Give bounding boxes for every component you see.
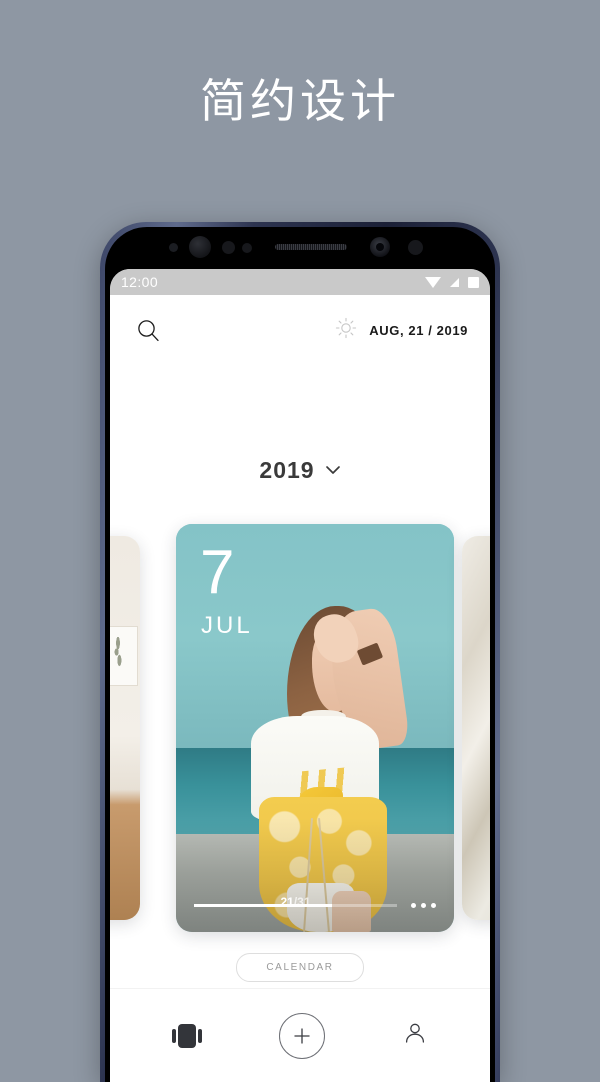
year-selector[interactable]: 2019	[110, 457, 490, 484]
card-center	[178, 1023, 197, 1048]
front-camera-icon	[370, 237, 390, 257]
dot	[421, 902, 426, 908]
picture-frame-decoration	[110, 626, 138, 686]
card-sliver-left	[172, 1028, 177, 1043]
iris-scanner-icon	[189, 236, 211, 258]
more-dots-icon[interactable]	[411, 902, 436, 908]
phone-sensor-row	[105, 227, 495, 269]
year-label: 2019	[259, 457, 315, 483]
wifi-icon	[425, 276, 441, 288]
bottom-navigation	[110, 988, 490, 1082]
current-date-label: AUG, 21 / 2019	[369, 322, 468, 338]
phone-bezel: 12:00 AUG, 21 / 2019 2019 7 JUL 21/31 CA…	[105, 227, 495, 1082]
sensor-dot-icon	[408, 240, 423, 255]
calendar-button[interactable]: CALENDAR	[236, 953, 364, 982]
search-icon[interactable]	[136, 318, 161, 343]
plus-icon	[294, 1027, 310, 1044]
chevron-down-icon[interactable]	[325, 462, 341, 480]
cards-icon[interactable]	[172, 1023, 203, 1048]
page-title: 简约设计	[200, 74, 400, 128]
proximity-sensor-icon	[222, 241, 235, 254]
add-button[interactable]	[278, 1012, 325, 1059]
progress-current: 21	[280, 894, 294, 909]
carousel-card-next[interactable]	[462, 536, 490, 920]
carousel-card-previous[interactable]	[110, 536, 140, 920]
card-progress-count: 21/31	[280, 895, 310, 909]
profile-icon[interactable]	[402, 1020, 428, 1051]
card-month-label: JUL	[201, 612, 253, 639]
card-progress-fill	[194, 903, 333, 907]
phone-device: 12:00 AUG, 21 / 2019 2019 7 JUL 21/31 CA…	[100, 222, 500, 1082]
card-day-number: 7	[200, 538, 235, 607]
app-bar-right: AUG, 21 / 2019	[335, 317, 468, 344]
card-sliver-right	[198, 1028, 203, 1043]
status-bar: 12:00	[110, 269, 490, 295]
battery-icon	[468, 276, 479, 288]
light-sensor-icon	[242, 243, 252, 253]
card-footer: 21/31	[176, 895, 454, 912]
card-carousel[interactable]: 7 JUL 21/31	[110, 524, 490, 932]
app-bar: AUG, 21 / 2019	[110, 295, 490, 365]
status-time: 12:00	[121, 274, 159, 290]
sun-icon[interactable]	[335, 317, 357, 344]
earpiece-speaker-icon	[275, 244, 347, 250]
dot	[411, 902, 416, 908]
status-icons	[425, 276, 479, 288]
sensor-dot-icon	[169, 243, 178, 252]
progress-total: 31	[297, 894, 311, 909]
phone-screen: 12:00 AUG, 21 / 2019 2019 7 JUL 21/31 CA…	[110, 269, 490, 1082]
card-progress-bar[interactable]: 21/31	[194, 895, 397, 909]
signal-icon	[450, 277, 459, 287]
carousel-card-active[interactable]: 7 JUL 21/31	[176, 524, 454, 932]
dot	[431, 902, 436, 908]
